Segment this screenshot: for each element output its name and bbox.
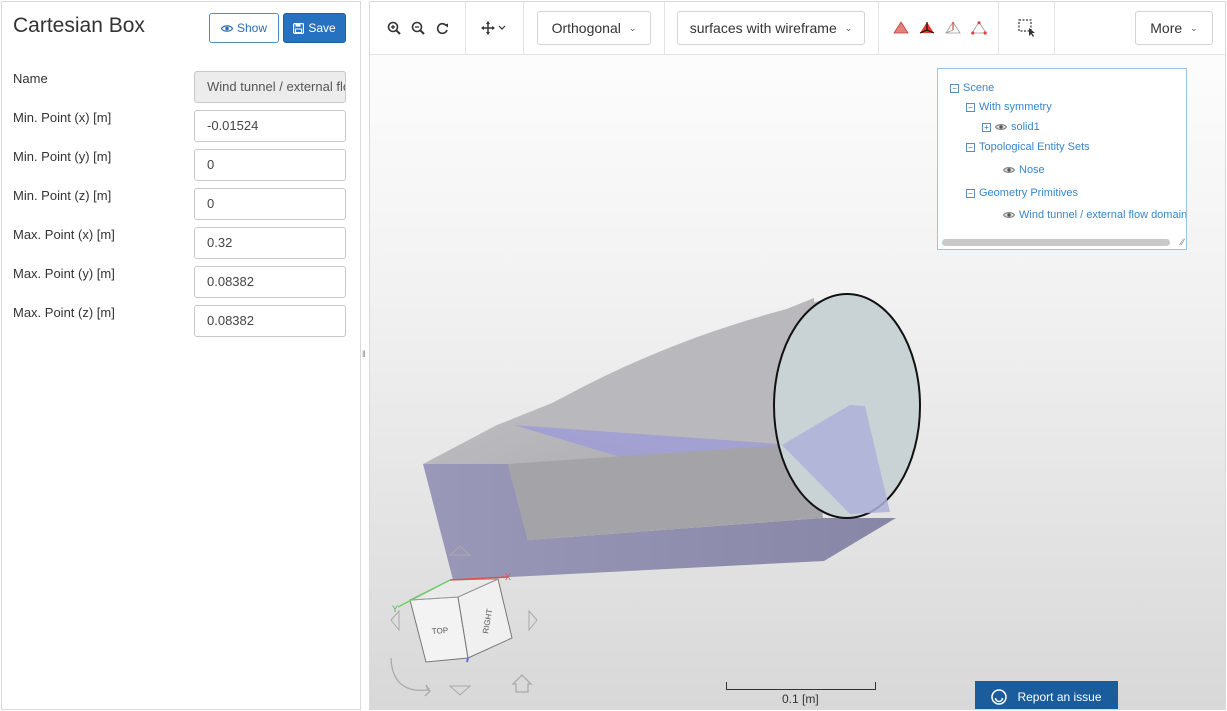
eye-icon[interactable] xyxy=(1003,166,1015,174)
splitter-handle[interactable]: ‖ xyxy=(362,349,366,359)
name-field[interactable]: Wind tunnel / external flow domain xyxy=(194,71,346,103)
tree-node-label: solid1 xyxy=(1011,121,1040,133)
tree-node-label: Wind tunnel / external flow domain xyxy=(1019,209,1187,221)
support-icon xyxy=(991,689,1008,705)
home-icon[interactable] xyxy=(511,674,533,693)
cube-top-label: TOP xyxy=(432,626,449,636)
expand-icon[interactable]: + xyxy=(982,122,991,132)
min-y-label: Min. Point (y) [m] xyxy=(13,149,112,164)
tree-node-geometry-primitives[interactable]: − Geometry Primitives xyxy=(966,187,1078,199)
collapse-icon[interactable]: − xyxy=(966,142,975,152)
roll-arrow-icon[interactable] xyxy=(390,657,431,697)
min-z-label: Min. Point (z) [m] xyxy=(13,188,112,203)
scale-bar xyxy=(726,682,876,690)
floppy-disk-icon xyxy=(293,22,305,34)
min-z-field[interactable]: 0 xyxy=(194,188,346,220)
properties-panel: Cartesian Box Show Save Name Wind tunnel… xyxy=(1,1,361,710)
max-x-label: Max. Point (x) [m] xyxy=(13,227,115,242)
x-axis-label: X xyxy=(505,572,511,582)
tree-node-with-symmetry[interactable]: − With symmetry xyxy=(966,101,1052,113)
rotate-down-arrow-icon[interactable] xyxy=(448,685,472,696)
max-z-field[interactable]: 0.08382 xyxy=(194,305,346,337)
tree-node-nose[interactable]: Nose xyxy=(1003,164,1045,176)
horizontal-scrollbar[interactable] xyxy=(942,239,1170,246)
tree-node-label: Nose xyxy=(1019,164,1045,176)
name-label: Name xyxy=(13,71,48,86)
min-x-label: Min. Point (x) [m] xyxy=(13,110,112,125)
max-x-field[interactable]: 0.32 xyxy=(194,227,346,259)
save-button[interactable]: Save xyxy=(283,13,346,43)
show-button[interactable]: Show xyxy=(209,13,279,43)
collapse-icon[interactable]: − xyxy=(966,102,975,112)
max-y-field[interactable]: 0.08382 xyxy=(194,266,346,298)
collapse-icon[interactable]: − xyxy=(950,83,959,93)
tree-node-wind-tunnel[interactable]: Wind tunnel / external flow domain xyxy=(1003,209,1187,221)
panel-title: Cartesian Box xyxy=(13,14,145,37)
eye-icon[interactable] xyxy=(995,123,1007,131)
tree-node-topological-entity-sets[interactable]: − Topological Entity Sets xyxy=(966,141,1090,153)
save-button-label: Save xyxy=(308,21,336,35)
tree-node-label: Geometry Primitives xyxy=(979,187,1079,199)
min-x-field[interactable]: -0.01524 xyxy=(194,110,346,142)
orientation-cube[interactable]: TOP RIGHT X Y xyxy=(392,572,513,663)
min-y-field[interactable]: 0 xyxy=(194,149,346,181)
max-y-label: Max. Point (y) [m] xyxy=(13,266,115,281)
max-z-label: Max. Point (z) [m] xyxy=(13,305,115,320)
eye-icon[interactable] xyxy=(1003,211,1015,219)
scale-label: 0.1 [m] xyxy=(782,692,819,706)
rotate-right-arrow-icon[interactable] xyxy=(528,609,538,632)
tree-node-label: Topological Entity Sets xyxy=(979,141,1090,153)
scene-tree-panel: − Scene − With symmetry + solid1 − Topol… xyxy=(937,68,1187,250)
tree-node-scene[interactable]: − Scene xyxy=(950,82,994,94)
collapse-icon[interactable]: − xyxy=(966,188,975,198)
resize-handle-icon[interactable]: ∕∕ xyxy=(1181,237,1184,247)
3d-viewer[interactable]: Orthogonal ⌄ surfaces with wireframe ⌄ M… xyxy=(369,1,1226,710)
tree-node-label: With symmetry xyxy=(979,101,1052,113)
tree-node-label: Scene xyxy=(963,82,995,94)
report-issue-button[interactable]: Report an issue xyxy=(975,681,1118,709)
report-issue-label: Report an issue xyxy=(1017,690,1102,704)
tree-node-solid1[interactable]: + solid1 xyxy=(982,121,1040,133)
eye-icon xyxy=(220,24,233,32)
show-button-label: Show xyxy=(236,21,268,35)
